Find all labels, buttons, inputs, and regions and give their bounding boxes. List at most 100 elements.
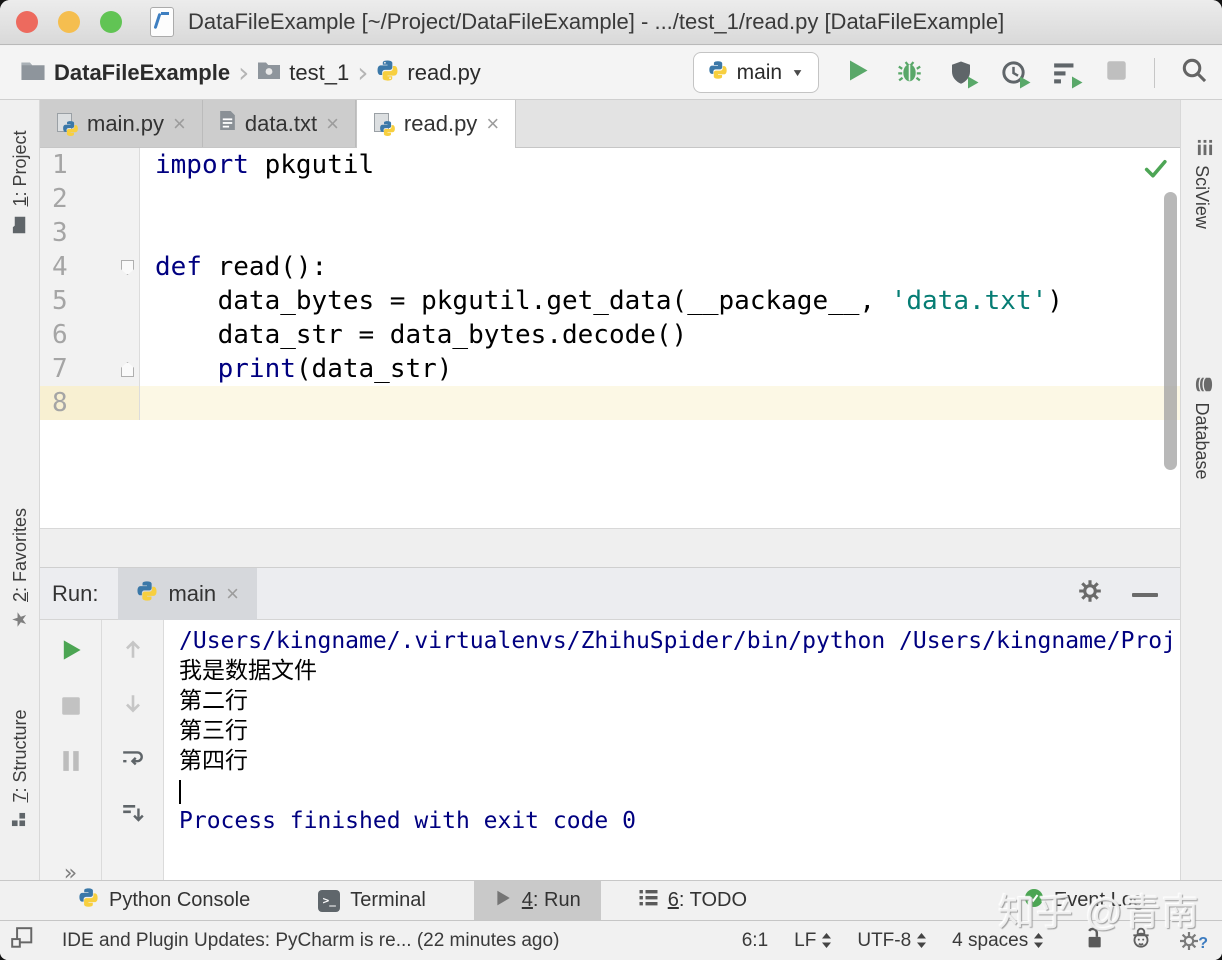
traffic-lights — [16, 11, 122, 33]
rerun-button[interactable] — [59, 638, 83, 667]
code-line: 2 — [40, 182, 1180, 216]
debug-button[interactable] — [896, 57, 923, 89]
close-icon[interactable]: × — [326, 112, 339, 135]
code-line: 5 data_bytes = pkgutil.get_data(__packag… — [40, 284, 1180, 318]
search-everywhere-icon[interactable] — [1181, 57, 1208, 89]
pause-output-button[interactable] — [61, 750, 81, 777]
tab-main-py[interactable]: main.py × — [40, 100, 203, 147]
encoding-widget[interactable]: UTF-8 — [857, 930, 927, 952]
tool-window-bar-bottom: Python Console >_ Terminal 4: Run 6: TOD… — [0, 880, 1222, 921]
tool-button-python-console[interactable]: Python Console — [58, 881, 270, 921]
breadcrumb-directory[interactable]: test_1 — [289, 60, 349, 86]
gear-icon[interactable] — [1078, 579, 1102, 608]
console-output-line: 第四行 — [179, 748, 248, 774]
editor-scrollbar[interactable] — [1164, 192, 1177, 470]
python-file-icon — [373, 113, 395, 136]
python-file-icon — [56, 112, 78, 136]
tool-button-run[interactable]: 4: Run — [473, 880, 601, 921]
editor-tab-bar: main.py × data.txt × read.py × — [40, 100, 1180, 148]
code-line: 1 import pkgutil — [40, 148, 1180, 182]
scroll-to-end-icon[interactable] — [121, 803, 145, 830]
status-message[interactable]: IDE and Plugin Updates: PyCharm is re...… — [62, 930, 559, 952]
highlighting-level-icon[interactable] — [1129, 926, 1153, 956]
run-tab-main[interactable]: main × — [118, 567, 258, 620]
run-panel-body: » » — [40, 620, 1180, 911]
run-toolbar: main ▼ — [692, 52, 1208, 93]
close-icon[interactable]: × — [226, 582, 239, 605]
run-toolbar-right: » — [102, 620, 164, 911]
tool-button-todo[interactable]: 6: TODO — [619, 881, 767, 921]
soft-wrap-icon[interactable] — [121, 748, 145, 775]
zoom-window-button[interactable] — [100, 11, 122, 33]
python-icon — [78, 887, 99, 914]
code-line-caret: 8 — [40, 386, 1180, 420]
line-separator-widget[interactable]: LF — [794, 930, 832, 952]
run-panel-actions — [1078, 579, 1158, 608]
gear-question-icon[interactable]: ? — [1179, 929, 1208, 953]
sidebar-item-sciview[interactable]: SciView — [1182, 99, 1222, 269]
todo-list-icon — [639, 888, 658, 913]
folder-icon — [20, 60, 46, 86]
stop-button[interactable] — [1105, 59, 1128, 87]
python-icon — [708, 60, 728, 85]
code-editor[interactable]: 1 import pkgutil 2 3 4 def read(): 5 dat… — [40, 148, 1180, 528]
down-arrow-icon[interactable] — [122, 693, 144, 720]
text-caret — [179, 779, 181, 804]
close-icon[interactable]: × — [486, 113, 499, 135]
tab-read-py[interactable]: read.py × — [355, 100, 517, 148]
lock-open-icon[interactable] — [1083, 927, 1103, 955]
document-proxy-icon — [150, 7, 174, 37]
database-icon — [1191, 376, 1214, 393]
close-window-button[interactable] — [16, 11, 38, 33]
star-icon: ★ — [9, 611, 31, 629]
editor-area: main.py × data.txt × read.py × 1 import … — [40, 100, 1180, 911]
toggle-toolwindows-icon[interactable] — [10, 926, 34, 956]
console-output-line: 我是数据文件 — [179, 658, 317, 684]
minimize-window-button[interactable] — [58, 11, 80, 33]
indent-widget[interactable]: 4 spaces — [952, 930, 1044, 952]
run-tool-icon — [494, 889, 512, 913]
sciview-icon — [1191, 139, 1213, 156]
hide-panel-icon[interactable] — [1132, 585, 1158, 603]
title-bar: DataFileExample [~/Project/DataFileExamp… — [0, 0, 1222, 45]
folder-dot-icon — [257, 60, 281, 85]
run-configuration-selector[interactable]: main ▼ — [692, 52, 819, 93]
run-concurrency-button[interactable] — [1053, 60, 1083, 88]
python-file-icon — [376, 59, 399, 87]
line-number: 3 — [40, 216, 140, 250]
fold-marker-icon[interactable] — [121, 362, 134, 377]
line-number: 5 — [40, 284, 140, 318]
console-output-line: 第三行 — [179, 718, 248, 744]
tool-button-event-log[interactable]: Event Log — [1004, 881, 1164, 921]
python-icon — [136, 580, 158, 608]
stop-process-button[interactable] — [60, 695, 82, 722]
right-tool-window-bar: SciView Database — [1180, 100, 1222, 880]
run-console[interactable]: /Users/kingname/.virtualenvs/ZhihuSpider… — [164, 620, 1180, 880]
line-number: 2 — [40, 182, 140, 216]
run-button[interactable] — [845, 58, 870, 88]
sidebar-item-favorites[interactable]: ★ 2: Favorites — [0, 483, 40, 653]
run-with-coverage-button[interactable] — [949, 60, 979, 88]
tool-button-terminal[interactable]: >_ Terminal — [298, 881, 446, 921]
line-number: 1 — [40, 148, 140, 182]
sidebar-item-project[interactable]: 1: Project — [0, 97, 40, 267]
breadcrumb-separator-icon: › — [238, 56, 250, 89]
console-output-line: 第二行 — [179, 688, 248, 714]
breadcrumb-project[interactable]: DataFileExample — [54, 60, 230, 86]
fold-marker-icon[interactable] — [121, 260, 134, 275]
breadcrumb-file[interactable]: read.py — [407, 60, 480, 86]
close-icon[interactable]: × — [173, 112, 186, 135]
sidebar-item-database[interactable]: Database — [1182, 343, 1222, 513]
tab-data-txt[interactable]: data.txt × — [202, 100, 356, 147]
caret-position-widget[interactable]: 6:1 — [742, 930, 768, 952]
breadcrumb-separator-icon: › — [357, 56, 369, 89]
up-arrow-icon[interactable] — [122, 638, 144, 665]
line-number: 7 — [40, 352, 140, 386]
toolbar-separator — [1154, 57, 1155, 88]
run-tool-window: Run: main × » /Users/kingname/.virtualen… — [40, 567, 1180, 911]
sidebar-item-structure[interactable]: 7: Structure — [0, 683, 40, 853]
terminal-icon: >_ — [318, 889, 341, 912]
console-exit-message: Process finished with exit code 0 — [179, 808, 636, 834]
navigation-bar: DataFileExample › test_1 › read.py main … — [0, 46, 1222, 100]
profile-button[interactable] — [1001, 60, 1031, 88]
